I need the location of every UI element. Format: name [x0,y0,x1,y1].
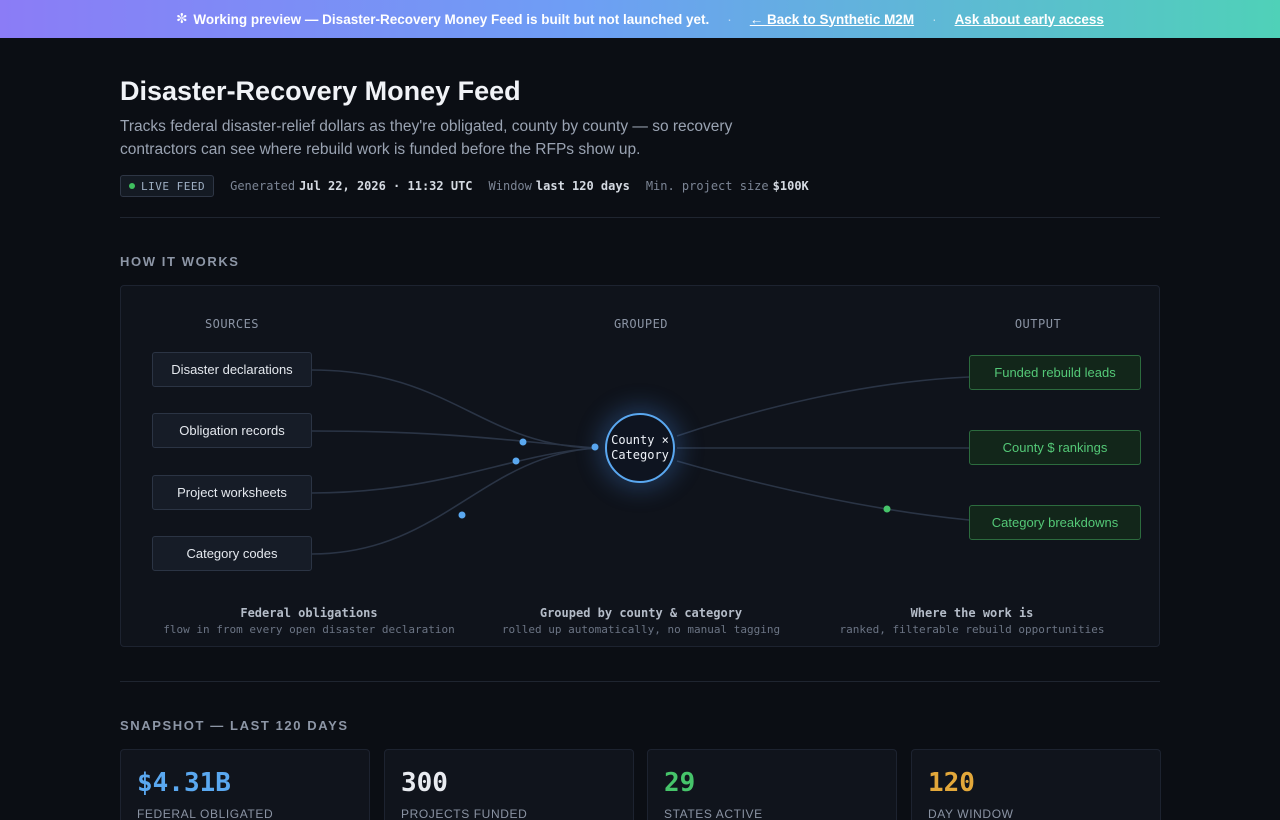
stat-card-projects-funded: 300 PROJECTS FUNDED [384,749,634,820]
preview-banner: ✼ Working preview — Disaster-Recovery Mo… [0,0,1280,38]
flow-dot [591,443,599,451]
stat-label: STATES ACTIVE [664,807,763,820]
output-column-heading: OUTPUT [1014,317,1062,331]
connector-source-3 [311,447,597,494]
page-title: Disaster-Recovery Money Feed [120,76,521,106]
page-subtitle: Tracks federal disaster-relief dollars a… [120,118,733,158]
window-meta: Window last 120 days [489,179,630,193]
stat-label: PROJECTS FUNDED [401,807,528,820]
caption-output-sub: ranked, filterable rebuild opportunities [839,623,1105,636]
connector-source-1 [311,369,597,449]
caption-sources-sub: flow in from every open disaster declara… [163,623,455,636]
connector-source-2 [311,430,597,449]
stat-label: DAY WINDOW [928,807,1014,820]
live-dot-icon [129,183,135,189]
stat-card-states-active: 29 STATES ACTIVE [647,749,897,820]
caption-grouped-title: Grouped by county & category [539,606,743,620]
flow-dot [512,457,520,465]
caption-sources: Federal obligations flow in from every o… [163,606,454,636]
stat-value: 29 [664,768,696,798]
live-feed-badge: LIVE FEED [120,175,215,197]
source-disaster-declarations: Disaster declarations [152,352,312,387]
output-category-breakdowns: Category breakdowns [969,505,1141,540]
source-project-worksheets: Project worksheets [152,475,312,510]
connector-source-4 [311,447,597,555]
meta-row: LIVE FEED Generated Jul 22, 2026 · 11:32 … [120,175,809,197]
county-category-hub: County × Category [605,413,675,483]
stat-value: $4.31B [137,768,231,798]
min-size-label: Min. project size [645,179,769,193]
caption-grouped: Grouped by county & category rolled up a… [502,606,780,636]
flow-dot [883,505,891,513]
divider [120,681,1160,682]
flow-dot [458,511,466,519]
caption-output: Where the work is ranked, filterable reb… [840,606,1105,636]
banner-message: Working preview — Disaster-Recovery Mone… [193,11,710,27]
grouped-column-heading: GROUPED [613,317,669,331]
source-obligation-records: Obligation records [152,413,312,448]
connector-output-1 [676,376,970,437]
output-county-rankings: County $ rankings [969,430,1141,465]
window-value: last 120 days [535,179,630,193]
flow-diagram: SOURCES GROUPED OUTPUT Disaster declarat… [120,285,1160,647]
min-size-meta: Min. project size $100K [646,179,809,193]
live-badge-label: LIVE FEED [141,179,206,193]
stat-value: 120 [928,768,975,798]
divider [120,217,1160,218]
banner-separator: · [932,11,937,27]
source-category-codes: Category codes [152,536,312,571]
hub-line-2: Category [611,448,669,462]
stat-card-day-window: 120 DAY WINDOW [911,749,1161,820]
snapshot-heading: SNAPSHOT — LAST 120 DAYS [120,718,349,733]
caption-output-title: Where the work is [910,606,1034,620]
generated-label: Generated [230,179,296,193]
early-access-link[interactable]: Ask about early access [955,12,1104,27]
caption-sources-title: Federal obligations [240,606,378,620]
sources-column-heading: SOURCES [204,317,260,331]
generated-value: Jul 22, 2026 · 11:32 UTC [299,179,473,193]
connector-output-3 [676,460,970,521]
banner-separator: · [727,11,732,27]
generated-meta: Generated Jul 22, 2026 · 11:32 UTC [230,179,472,193]
stat-label: FEDERAL OBLIGATED [137,807,274,820]
hub-line-1: County × [611,433,669,447]
back-link[interactable]: ← Back to Synthetic M2M [750,12,914,27]
min-size-value: $100K [772,179,809,193]
stat-value: 300 [401,768,448,798]
stat-card-federal-obligated: $4.31B FEDERAL OBLIGATED [120,749,370,820]
flow-dot [519,438,527,446]
output-funded-rebuild-leads: Funded rebuild leads [969,355,1141,390]
window-label: Window [488,179,532,193]
gear-icon: ✼ [176,11,188,26]
how-it-works-heading: HOW IT WORKS [120,254,240,269]
caption-grouped-sub: rolled up automatically, no manual taggi… [501,623,781,636]
